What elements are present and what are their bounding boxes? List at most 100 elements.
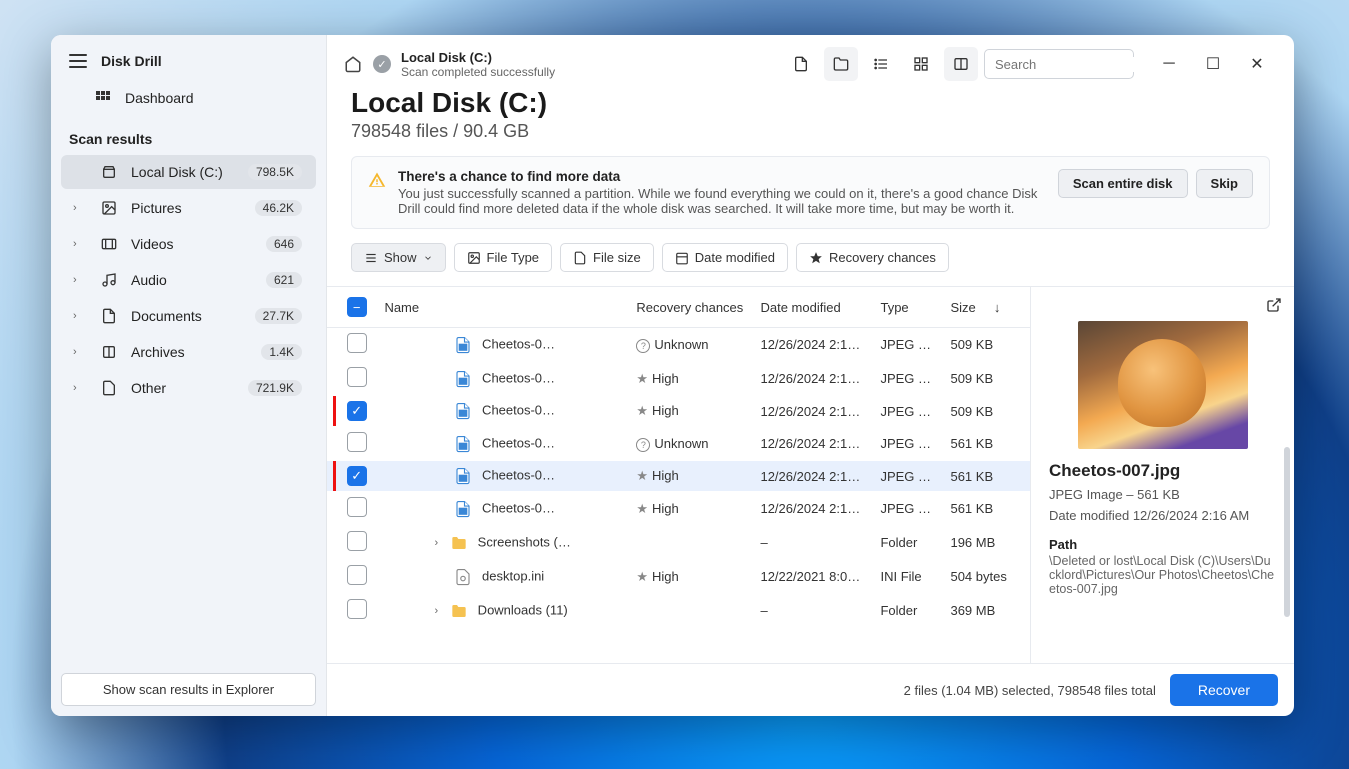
menu-icon[interactable] <box>69 54 87 68</box>
cell-size: 561 KB <box>942 427 1030 461</box>
close-button[interactable]: ✕ <box>1236 49 1278 79</box>
dashboard-icon <box>95 90 111 106</box>
document-icon <box>101 308 117 324</box>
video-icon <box>101 236 117 252</box>
minimize-button[interactable]: ─ <box>1148 49 1190 79</box>
table-row[interactable]: › Screenshots (…–Folder196 MB <box>327 526 1030 560</box>
cell-date: 12/26/2024 2:16… <box>752 396 872 427</box>
cell-date: – <box>752 526 872 560</box>
chevron-right-icon: › <box>73 238 83 250</box>
search-box[interactable] <box>984 49 1134 79</box>
row-checkbox[interactable]: ✓ <box>347 466 367 486</box>
file-table[interactable]: − Name Recovery chances Date modified Ty… <box>327 287 1030 663</box>
scan-entire-disk-button[interactable]: Scan entire disk <box>1058 169 1188 198</box>
picture-icon <box>467 251 481 265</box>
cell-recovery: ★High <box>628 461 752 492</box>
cell-name: Cheetos-0… <box>376 362 628 396</box>
file-size-filter-button[interactable]: File size <box>560 243 654 272</box>
cell-name: Cheetos-0… <box>376 328 628 362</box>
sidebar-item-disk[interactable]: Local Disk (C:) 798.5K <box>61 155 316 189</box>
image-file-icon <box>454 499 472 519</box>
file-icon <box>573 251 587 265</box>
folder-view-icon[interactable] <box>824 47 858 81</box>
table-row[interactable]: ✓ Cheetos-0…★High12/26/2024 2:16…JPEG Im… <box>327 396 1030 427</box>
breadcrumb: Local Disk (C:) Scan completed successfu… <box>401 50 555 79</box>
cell-name: › Screenshots (… <box>376 526 628 560</box>
cell-type: JPEG Im… <box>872 461 942 492</box>
recovery-filter-button[interactable]: Recovery chances <box>796 243 949 272</box>
sidebar-item-picture[interactable]: ›Pictures46.2K <box>61 191 316 225</box>
cell-size: 504 bytes <box>942 560 1030 594</box>
cell-recovery <box>628 526 752 560</box>
cell-recovery: ?Unknown <box>628 427 752 461</box>
star-icon: ★ <box>636 371 648 386</box>
column-header-date[interactable]: Date modified <box>752 287 872 328</box>
cell-name: Cheetos-0… <box>376 461 628 492</box>
sidebar-item-video[interactable]: ›Videos646 <box>61 227 316 261</box>
table-row[interactable]: Cheetos-0…?Unknown12/26/2024 2:17…JPEG I… <box>327 328 1030 362</box>
app-window: Disk Drill Dashboard Scan results Local … <box>51 35 1294 716</box>
file-view-icon[interactable] <box>784 47 818 81</box>
chevron-right-icon: › <box>73 274 83 286</box>
popout-icon[interactable] <box>1266 297 1282 318</box>
sidebar-item-badge: 46.2K <box>255 200 302 216</box>
cell-recovery <box>628 594 752 628</box>
scrollbar[interactable] <box>1284 447 1290 617</box>
cell-name: › Downloads (11) <box>376 594 628 628</box>
table-row[interactable]: › Downloads (11)–Folder369 MB <box>327 594 1030 628</box>
sidebar-item-badge: 798.5K <box>248 164 302 180</box>
sidebar-item-other[interactable]: ›Other721.9K <box>61 371 316 405</box>
table-row[interactable]: ✓ Cheetos-0…★High12/26/2024 2:16…JPEG Im… <box>327 461 1030 492</box>
table-row[interactable]: Cheetos-0…★High12/26/2024 2:16…JPEG Im…5… <box>327 492 1030 526</box>
maximize-button[interactable]: ☐ <box>1192 49 1234 79</box>
column-header-type[interactable]: Type <box>872 287 942 328</box>
home-icon[interactable] <box>343 54 363 74</box>
recover-button[interactable]: Recover <box>1170 674 1278 706</box>
skip-button[interactable]: Skip <box>1196 169 1253 198</box>
grid-view-icon[interactable] <box>904 47 938 81</box>
audio-icon <box>101 272 117 288</box>
other-icon <box>101 380 117 396</box>
breadcrumb-title: Local Disk (C:) <box>401 50 555 65</box>
column-header-recovery[interactable]: Recovery chances <box>628 287 752 328</box>
notice-title: There's a chance to find more data <box>398 169 1046 184</box>
row-checkbox[interactable] <box>347 497 367 517</box>
column-header-name[interactable]: Name <box>376 287 628 328</box>
sidebar-item-badge: 646 <box>266 236 302 252</box>
row-checkbox[interactable] <box>347 531 367 551</box>
sidebar-item-dashboard[interactable]: Dashboard <box>61 81 316 115</box>
row-checkbox[interactable]: ✓ <box>347 401 367 421</box>
row-checkbox[interactable] <box>347 367 367 387</box>
sidebar-item-label: Local Disk (C:) <box>131 164 234 180</box>
chevron-right-icon[interactable]: › <box>434 537 446 549</box>
cell-recovery: ★High <box>628 362 752 396</box>
sidebar-item-document[interactable]: ›Documents27.7K <box>61 299 316 333</box>
row-checkbox[interactable] <box>347 333 367 353</box>
row-checkbox[interactable] <box>347 565 367 585</box>
show-filter-button[interactable]: Show <box>351 243 446 272</box>
table-row[interactable]: Cheetos-0…?Unknown12/26/2024 2:17…JPEG I… <box>327 427 1030 461</box>
sidebar-item-archive[interactable]: ›Archives1.4K <box>61 335 316 369</box>
sliders-icon <box>364 251 378 265</box>
star-icon: ★ <box>636 468 648 483</box>
date-filter-button[interactable]: Date modified <box>662 243 788 272</box>
list-view-icon[interactable] <box>864 47 898 81</box>
column-header-size[interactable]: Size ↓ <box>942 287 1030 328</box>
cell-date: 12/26/2024 2:16… <box>752 461 872 492</box>
chevron-right-icon[interactable]: › <box>434 605 446 617</box>
cell-date: 12/26/2024 2:16… <box>752 362 872 396</box>
row-checkbox[interactable] <box>347 599 367 619</box>
show-in-explorer-button[interactable]: Show scan results in Explorer <box>61 673 316 706</box>
table-row[interactable]: Cheetos-0…★High12/26/2024 2:16…JPEG Im…5… <box>327 362 1030 396</box>
sidebar-item-audio[interactable]: ›Audio621 <box>61 263 316 297</box>
file-type-filter-button[interactable]: File Type <box>454 243 553 272</box>
page-subtitle: 798548 files / 90.4 GB <box>351 121 1270 142</box>
select-all-checkbox[interactable]: − <box>347 297 367 317</box>
sidebar-item-badge: 27.7K <box>255 308 302 324</box>
search-input[interactable] <box>995 57 1171 72</box>
cell-size: 561 KB <box>942 461 1030 492</box>
row-checkbox[interactable] <box>347 432 367 452</box>
split-view-icon[interactable] <box>944 47 978 81</box>
cell-date: 12/26/2024 2:17… <box>752 427 872 461</box>
table-row[interactable]: desktop.ini★High12/22/2021 8:05…INI File… <box>327 560 1030 594</box>
